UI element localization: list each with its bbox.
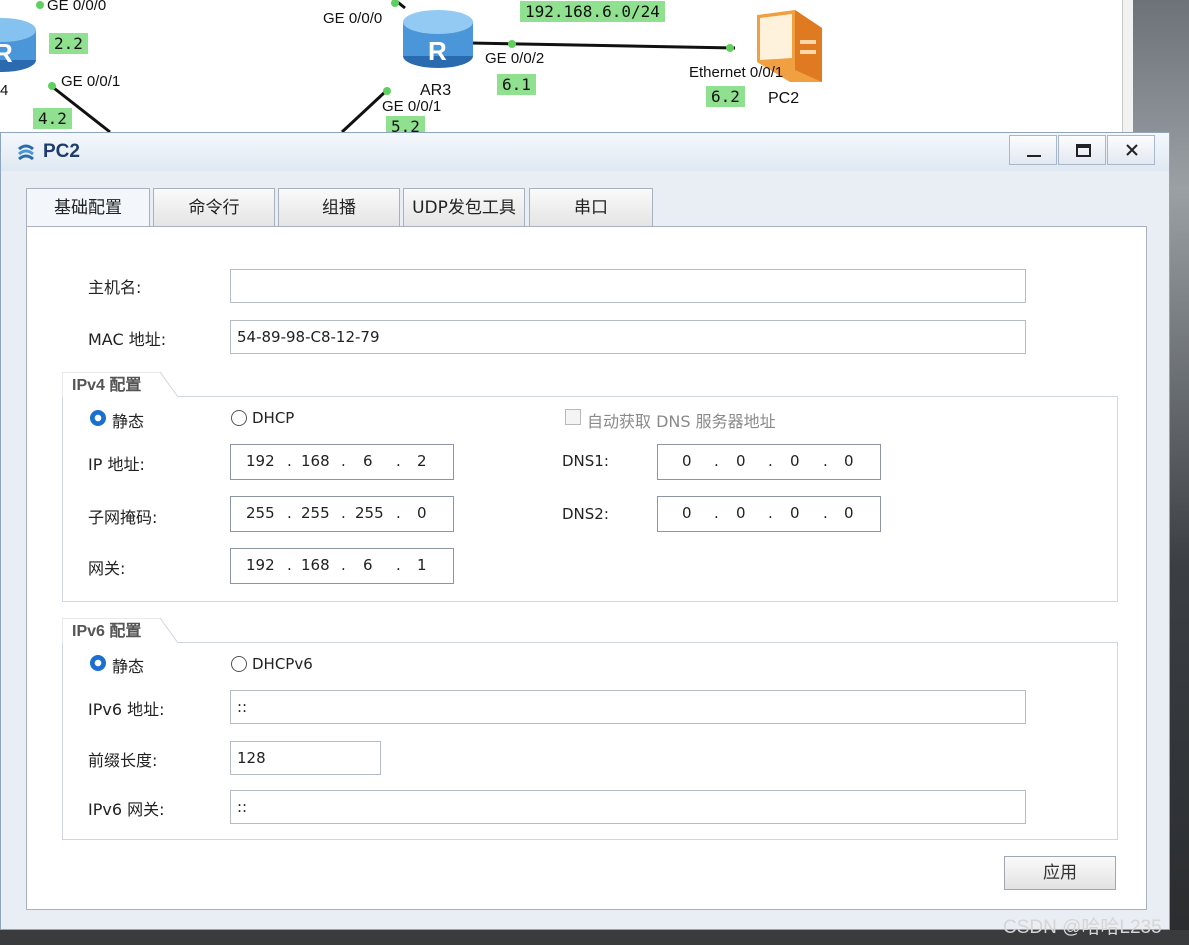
ip-octet: 0 [417,504,427,522]
ipv4-group-title: IPv4 配置 [72,377,142,394]
close-icon [1126,144,1138,156]
ip-octet: 6 [363,452,373,470]
dns1-input[interactable]: 0. 0. 0. 0 [657,444,881,480]
tab-basic-config[interactable]: 基础配置 [26,188,150,228]
minimize-button[interactable] [1009,135,1057,165]
ip-octet: 168 [301,452,330,470]
gateway-label: 网关: [88,559,126,578]
port-label: GE 0/0/1 [61,73,121,90]
port-dot [383,87,391,95]
minimize-icon [1027,155,1041,157]
ip-octet: 0 [682,504,692,522]
svg-text:R: R [428,36,447,66]
ipv6-dhcp-radio[interactable] [231,656,247,672]
watermark: CSDN @哈哈L235 [1003,917,1162,938]
port-dot [726,44,734,52]
ip-octet: 2 [417,452,427,470]
ip-octet: 0 [682,452,692,470]
port-dot [391,0,399,7]
router-icon-left: R [0,18,36,72]
subnet-mask-input[interactable]: 255. 255. 255. 0 [230,496,454,532]
ip-octet: 0 [736,452,746,470]
tab-serial[interactable]: 串口 [529,188,653,226]
ip-octet: 192 [246,556,275,574]
ipv4-dhcp-label: DHCP [252,409,295,427]
window-title: PC2 [43,141,80,162]
ipv6-static-radio[interactable] [90,655,106,671]
tab-udp-tool[interactable]: UDP发包工具 [403,188,525,226]
ip-badge: 4.2 [33,108,72,129]
dns1-label: DNS1: [562,452,609,470]
ip-address-label: IP 地址: [88,455,145,474]
ip-octet: 255 [355,504,384,522]
pc-name: PC2 [768,90,800,107]
tab-command-line[interactable]: 命令行 [153,188,275,226]
close-button[interactable] [1107,135,1155,165]
dns2-label: DNS2: [562,505,609,523]
port-label: GE 0/0/1 [382,98,442,115]
apply-button[interactable]: 应用 [1004,856,1116,890]
auto-dns-label: 自动获取 DNS 服务器地址 [587,412,776,431]
ip-address-input[interactable]: 192. 168. 6. 2 [230,444,454,480]
port-label: Ethernet 0/0/1 [689,64,784,81]
auto-dns-checkbox[interactable] [565,409,581,425]
port-dot [508,40,516,48]
ipv6-group-title: IPv6 配置 [72,623,142,640]
ipv4-static-radio[interactable] [90,410,106,426]
svg-text:R: R [0,38,13,68]
port-dot [36,1,44,9]
ip-octet: 0 [844,452,854,470]
dns2-input[interactable]: 0. 0. 0. 0 [657,496,881,532]
port-label: GE 0/0/0 [323,10,383,27]
hostname-input[interactable] [230,269,1026,303]
ip-badge: 6.1 [497,74,536,95]
ipv6-gateway-input[interactable]: :: [230,790,1026,824]
ipv6-static-label: 静态 [112,657,145,676]
ensp-app-icon [18,144,34,161]
ip-octet: 0 [790,504,800,522]
tab-multicast[interactable]: 组播 [278,188,400,226]
gateway-input[interactable]: 192. 168. 6. 1 [230,548,454,584]
network-badge: 192.168.6.0/24 [520,1,665,22]
ip-octet: 0 [736,504,746,522]
subnet-mask-label: 子网掩码: [88,508,158,527]
ip-badge: 2.2 [49,33,88,54]
ip-badge: 6.2 [706,86,745,107]
ipv6-gateway-label: IPv6 网关: [88,800,165,819]
prefix-length-input[interactable]: 128 [230,741,381,775]
ip-octet: 0 [790,452,800,470]
ipv6-address-input[interactable]: :: [230,690,1026,724]
ipv6-address-label: IPv6 地址: [88,700,165,719]
port-dot [48,82,56,90]
mac-label: MAC 地址: [88,330,167,349]
title-bar[interactable]: PC2 [1,133,1169,171]
router-name-left: 4 [0,82,9,99]
ipv6-dhcp-label: DHCPv6 [252,655,313,673]
maximize-icon [1076,144,1091,157]
ip-octet: 0 [844,504,854,522]
ipv4-dhcp-radio[interactable] [231,410,247,426]
router-icon-ar3: R [403,10,473,68]
port-label: GE 0/0/2 [485,50,545,67]
ipv4-static-label: 静态 [112,412,145,431]
hostname-label: 主机名: [88,278,142,297]
ip-octet: 6 [363,556,373,574]
ip-octet: 192 [246,452,275,470]
ip-octet: 168 [301,556,330,574]
ip-octet: 1 [417,556,427,574]
ip-octet: 255 [246,504,275,522]
port-label: GE 0/0/0 [47,0,107,14]
mac-input[interactable]: 54-89-98-C8-12-79 [230,320,1026,354]
prefix-length-label: 前缀长度: [88,751,158,770]
maximize-button[interactable] [1058,135,1106,165]
ip-octet: 255 [301,504,330,522]
link-ar3-down [340,90,387,134]
